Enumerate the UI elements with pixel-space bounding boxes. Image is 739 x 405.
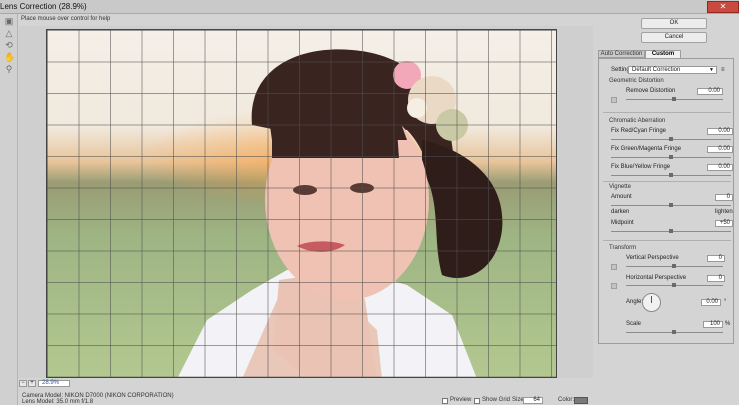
tab-custom[interactable]: Custom	[645, 50, 681, 58]
tab-auto-correction[interactable]: Auto Correction	[598, 50, 645, 58]
scale-label: Scale	[626, 321, 642, 327]
scale-slider-thumb[interactable]	[672, 330, 676, 334]
horizontal-perspective-slider-thumb[interactable]	[672, 283, 676, 287]
vignette-midpoint-label: Midpoint	[611, 220, 634, 226]
hand-tool-icon[interactable]: ✋	[4, 52, 15, 62]
fix-green-magenta-label: Fix Green/Magenta Fringe	[611, 146, 682, 152]
vertical-perspective-icon	[611, 264, 617, 270]
angle-unit: °	[724, 299, 727, 305]
separator	[603, 112, 731, 113]
preview-canvas[interactable]	[18, 26, 593, 378]
fix-red-cyan-slider-thumb[interactable]	[669, 137, 673, 141]
tool-palette: ▣ △ ⟲ ✋ ⚲	[0, 14, 18, 405]
status-bar: − + 28.9% Camera Model: NIKON D7000 (NIK…	[18, 378, 593, 405]
zoom-level-value: 28.9%	[42, 380, 60, 386]
lens-model-text: Lens Model: 35.0 mm f/1.8	[22, 399, 94, 405]
remove-distortion-label: Remove Distortion	[626, 88, 676, 94]
settings-value: Default Correction	[632, 67, 681, 73]
straighten-tool-icon[interactable]: △	[4, 28, 14, 38]
cancel-button[interactable]: Cancel	[641, 32, 707, 43]
preview-label: Preview	[450, 397, 472, 403]
ok-button[interactable]: OK	[641, 18, 707, 29]
grid-color-swatch[interactable]	[574, 397, 588, 404]
custom-tab-content: Settings: Default Correction ▼ ≡ Geometr…	[598, 58, 734, 344]
show-grid-checkbox[interactable]	[474, 398, 480, 404]
fix-green-magenta-field[interactable]: 0.00	[707, 146, 733, 153]
alignment-grid	[47, 30, 556, 377]
vertical-perspective-field[interactable]: 0	[707, 255, 725, 262]
vignette-midpoint-slider-thumb[interactable]	[669, 229, 673, 233]
zoom-tool-icon[interactable]: ⚲	[4, 64, 14, 74]
horizontal-perspective-field[interactable]: 0	[707, 275, 725, 282]
vignette-midpoint-field[interactable]: +50	[715, 220, 733, 227]
fix-red-cyan-label: Fix Red/Cyan Fringe	[611, 128, 667, 134]
fix-blue-yellow-label: Fix Blue/Yellow Fringe	[611, 164, 671, 170]
vertical-perspective-label: Vertical Perspective	[626, 255, 679, 261]
settings-select[interactable]: Default Correction ▼	[628, 66, 717, 74]
transform-heading: Transform	[609, 245, 637, 251]
lighten-label: lighten	[715, 209, 733, 215]
fix-blue-yellow-field[interactable]: 0.00	[707, 164, 733, 171]
scale-unit: %	[725, 321, 731, 327]
separator	[603, 240, 731, 241]
move-grid-tool-icon[interactable]: ⟲	[4, 40, 14, 50]
zoom-level-select[interactable]: 28.9%	[38, 380, 70, 387]
horizontal-perspective-icon	[611, 283, 617, 289]
zoom-out-button[interactable]: −	[19, 380, 27, 387]
chevron-down-icon: ▼	[709, 67, 714, 73]
angle-label: Angle:	[626, 299, 644, 305]
remove-distortion-slider-thumb[interactable]	[672, 97, 676, 101]
grid-color-label: Color:	[558, 397, 575, 403]
tab-bar: Auto Correction Custom	[598, 50, 734, 58]
preview-checkbox[interactable]	[442, 398, 448, 404]
title-bar: Lens Correction (28.9%) ✕	[0, 0, 739, 14]
vignette-amount-slider-thumb[interactable]	[669, 203, 673, 207]
angle-dial[interactable]	[642, 293, 661, 312]
darken-label: darken	[611, 209, 630, 215]
vignette-amount-field[interactable]: 0	[715, 194, 733, 201]
remove-distortion-field[interactable]: 0.00	[697, 88, 723, 95]
window-title: Lens Correction (28.9%)	[0, 2, 87, 11]
help-bar: Place mouse over control for help	[18, 14, 593, 26]
remove-distortion-tool-icon[interactable]: ▣	[4, 16, 14, 26]
preview-image	[46, 29, 557, 378]
fix-blue-yellow-slider-thumb[interactable]	[669, 173, 673, 177]
close-button[interactable]: ✕	[707, 1, 739, 13]
fix-red-cyan-field[interactable]: 0.00	[707, 128, 733, 135]
horizontal-perspective-label: Horizontal Perspective	[626, 275, 687, 281]
geometric-distortion-heading: Geometric Distortion	[609, 78, 664, 84]
vignette-amount-label: Amount	[611, 194, 632, 200]
settings-menu-icon[interactable]: ≡	[721, 67, 725, 73]
vignette-heading: Vignette	[609, 184, 631, 190]
vertical-perspective-slider-thumb[interactable]	[672, 264, 676, 268]
grid-size-field[interactable]: 64	[523, 397, 543, 404]
angle-field[interactable]: 0.00	[701, 299, 721, 306]
zoom-in-button[interactable]: +	[28, 380, 36, 387]
help-text: Place mouse over control for help	[21, 16, 111, 22]
chromatic-aberration-heading: Chromatic Aberration	[609, 118, 666, 124]
distortion-icon	[611, 97, 617, 103]
scale-field[interactable]: 100	[703, 321, 723, 328]
separator	[603, 181, 731, 182]
fix-green-magenta-slider-thumb[interactable]	[669, 155, 673, 159]
settings-panel: OK Cancel Auto Correction Custom Setting…	[593, 14, 739, 405]
show-grid-label: Show Grid	[482, 397, 511, 403]
